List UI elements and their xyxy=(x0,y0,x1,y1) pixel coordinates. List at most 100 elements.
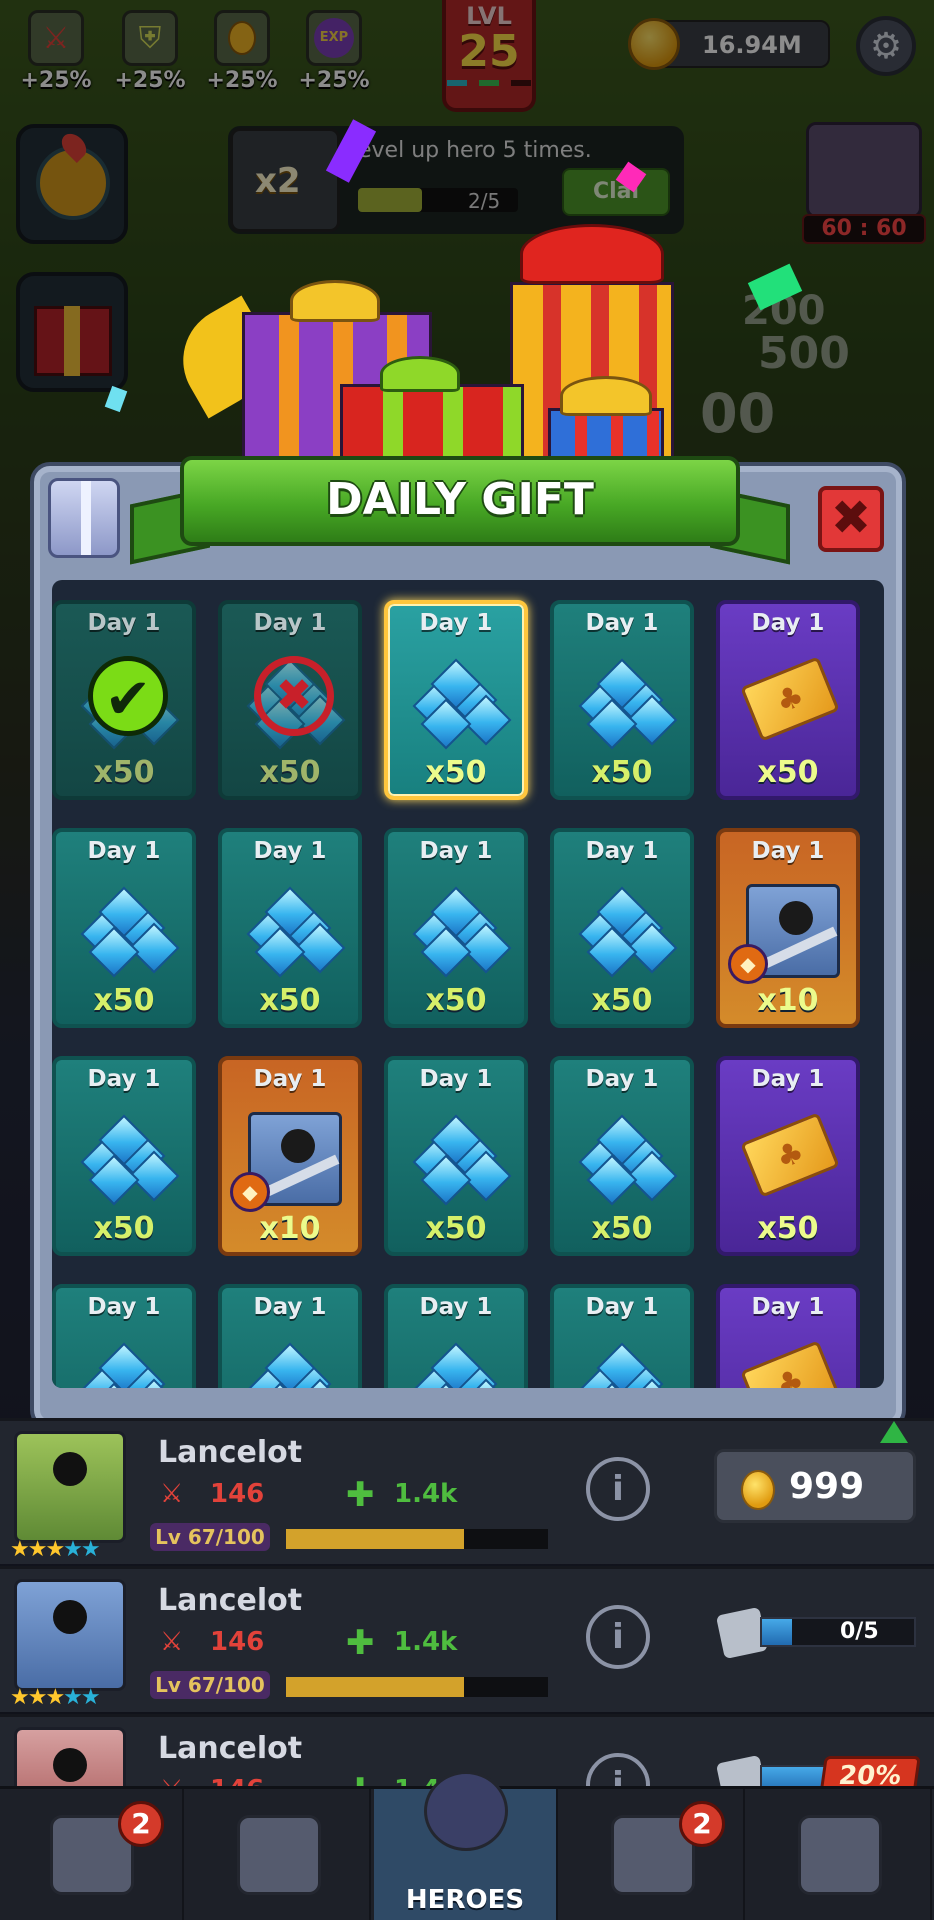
day-label: Day 1 xyxy=(751,1066,825,1092)
reward-amount: x50 xyxy=(93,983,155,1018)
gems-icon xyxy=(410,1114,512,1206)
reward-cell[interactable]: Day 1 xyxy=(384,1284,528,1388)
coin-icon xyxy=(741,1470,775,1510)
shard-badge-icon: ◆ xyxy=(230,1172,270,1212)
upgrade-arrow-icon xyxy=(880,1421,908,1443)
reward-amount: x50 xyxy=(757,755,819,790)
reward-amount: x50 xyxy=(259,755,321,790)
reward-cell[interactable]: Day 1 ✖ x50 xyxy=(218,600,362,800)
reward-cell[interactable]: Day 1 xyxy=(52,1284,196,1388)
sword-icon: ⚔ xyxy=(160,1627,184,1657)
day-label: Day 1 xyxy=(419,1066,493,1092)
gems-icon xyxy=(410,1342,512,1388)
modal-title: DAILY GIFT xyxy=(326,474,594,525)
notification-badge: 2 xyxy=(118,1801,164,1847)
reward-cell[interactable]: Day 1 x50 xyxy=(550,600,694,800)
reward-cell[interactable]: Day 1 x50 xyxy=(384,1056,528,1256)
reward-cell[interactable]: Day 1 x50 xyxy=(218,828,362,1028)
nav-tab-heroes-helmet[interactable]: HEROES xyxy=(374,1771,558,1920)
reward-grid[interactable]: Day 1 ✔ x50 Day 1 ✖ x50 Day 1 x50 Day 1 x50 Day 1 ♣… xyxy=(52,580,884,1388)
reward-cell[interactable]: Day 1 x50 xyxy=(52,1056,196,1256)
info-icon[interactable]: i xyxy=(586,1457,650,1521)
reward-amount: x50 xyxy=(425,983,487,1018)
xp-bar xyxy=(286,1529,548,1549)
hero-avatar xyxy=(14,1431,126,1543)
gems-icon xyxy=(244,886,346,978)
reward-cell[interactable]: Day 1 ◆ x10 xyxy=(716,828,860,1028)
reward-cell[interactable]: Day 1 x50 xyxy=(52,828,196,1028)
bottom-nav: 2 HEROES 2 xyxy=(0,1771,934,1920)
reward-cell[interactable]: Day 1 ♣ xyxy=(716,1284,860,1388)
ticket-icon: ♣ xyxy=(740,1340,840,1388)
day-label: Day 1 xyxy=(87,838,161,864)
day-label: Day 1 xyxy=(585,1066,659,1092)
reward-amount: x50 xyxy=(259,983,321,1018)
reward-cell[interactable]: Day 1 x50 xyxy=(384,600,528,800)
hero-name: Lancelot xyxy=(158,1435,303,1470)
bow-icon xyxy=(290,280,380,322)
reward-cell[interactable]: Day 1 x50 xyxy=(384,828,528,1028)
reward-amount: x50 xyxy=(93,1211,155,1246)
day-label: Day 1 xyxy=(585,1294,659,1320)
gems-icon xyxy=(244,1342,346,1388)
checkmark-icon: ✔ xyxy=(88,656,168,736)
sword-icon: ⚔ xyxy=(160,1479,184,1509)
gems-icon xyxy=(576,886,678,978)
gems-icon xyxy=(78,1114,180,1206)
day-label: Day 1 xyxy=(87,610,161,636)
day-label: Day 1 xyxy=(253,838,327,864)
reward-cell[interactable]: Day 1 xyxy=(218,1284,362,1388)
nav-tab-summon-portal[interactable]: 2 xyxy=(561,1789,745,1920)
hero-row[interactable]: ★★★★★ Lancelot ⚔ 146 ✚ 1.4k Lv 67/100 i 999 xyxy=(0,1418,934,1564)
day-label: Day 1 xyxy=(253,1066,327,1092)
reward-amount: x50 xyxy=(93,755,155,790)
day-label: Day 1 xyxy=(751,838,825,864)
ticket-icon: ♣ xyxy=(740,1112,840,1198)
nav-tab-upgrade-book[interactable] xyxy=(187,1789,371,1920)
hero-name: Lancelot xyxy=(158,1731,303,1766)
xp-bar xyxy=(286,1677,548,1697)
hero-hp: 1.4k xyxy=(394,1479,458,1509)
close-icon[interactable]: ✖ xyxy=(818,486,884,552)
gems-icon xyxy=(78,1342,180,1388)
reward-amount: x50 xyxy=(591,1211,653,1246)
reward-cell[interactable]: Day 1 ♣ x50 xyxy=(716,600,860,800)
upgrade-cost: 999 xyxy=(789,1466,865,1507)
reward-amount: x50 xyxy=(757,1211,819,1246)
hero-attack: 146 xyxy=(210,1627,265,1657)
info-icon[interactable]: i xyxy=(586,1605,650,1669)
title-banner: DAILY GIFT xyxy=(130,456,790,565)
star-rating: ★★★★★ xyxy=(10,1537,101,1562)
gems-icon xyxy=(410,886,512,978)
nav-tab-chest[interactable]: 2 xyxy=(0,1789,184,1920)
reward-cell[interactable]: Day 1 x50 xyxy=(550,1056,694,1256)
reward-cell[interactable]: Day 1 ◆ x10 xyxy=(218,1056,362,1256)
day-label: Day 1 xyxy=(419,838,493,864)
bow-icon xyxy=(380,356,460,392)
reward-amount: x10 xyxy=(757,983,819,1018)
day-label: Day 1 xyxy=(419,1294,493,1320)
day-label: Day 1 xyxy=(751,610,825,636)
missed-icon: ✖ xyxy=(254,656,334,736)
hero-level: Lv 67/100 xyxy=(150,1671,270,1699)
reward-amount: x10 xyxy=(259,1211,321,1246)
reward-cell[interactable]: Day 1 ♣ x50 xyxy=(716,1056,860,1256)
hero-row[interactable]: ★★★★★ Lancelot ⚔ 146 ✚ 1.4k Lv 67/100 i 0/5 xyxy=(0,1566,934,1712)
hero-level: Lv 67/100 xyxy=(150,1523,270,1551)
shard-count: 0/5 xyxy=(840,1619,879,1644)
reward-amount: x50 xyxy=(425,755,487,790)
nav-tab-castle[interactable] xyxy=(748,1789,932,1920)
day-label: Day 1 xyxy=(253,1294,327,1320)
gems-icon xyxy=(78,886,180,978)
shard-badge-icon: ◆ xyxy=(728,944,768,984)
day-label: Day 1 xyxy=(87,1294,161,1320)
reward-cell[interactable]: Day 1 ✔ x50 xyxy=(52,600,196,800)
reward-cell[interactable]: Day 1 x50 xyxy=(550,828,694,1028)
notification-badge: 2 xyxy=(679,1801,725,1847)
reward-amount: x50 xyxy=(591,755,653,790)
hero-name: Lancelot xyxy=(158,1583,303,1618)
day-label: Day 1 xyxy=(751,1294,825,1320)
gems-icon xyxy=(576,658,678,750)
upgrade-button[interactable]: 999 xyxy=(714,1449,916,1523)
reward-cell[interactable]: Day 1 xyxy=(550,1284,694,1388)
